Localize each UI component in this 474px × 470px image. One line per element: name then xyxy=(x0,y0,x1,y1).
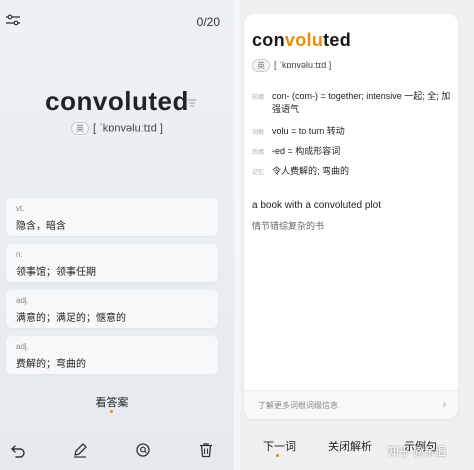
row-label: 前缀 xyxy=(252,95,265,101)
next-word-button[interactable]: 下一词 xyxy=(263,438,296,454)
example-translation: 情节错综复杂的书 xyxy=(252,221,325,231)
phonetic: [ ˈkɒnvəluːtɪd ] xyxy=(93,122,163,135)
accent-tag: 英 xyxy=(252,59,270,72)
search-icon[interactable] xyxy=(135,442,151,458)
chevron-right-icon: › xyxy=(442,399,446,410)
show-answer-button[interactable]: 看答案 xyxy=(0,394,224,410)
next-indicator-dot xyxy=(276,454,279,457)
option-card[interactable]: adj. 费解的；弯曲的 xyxy=(6,336,218,374)
option-definition: 费解的；弯曲的 xyxy=(16,359,86,370)
analysis-word: convoluted xyxy=(252,30,351,51)
row-text: con- (com-) = together; intensive 一起; 全;… xyxy=(272,91,451,114)
phonetic: [ ˈkɒnvəluːtɪd ] xyxy=(274,59,332,70)
option-pos: adj. xyxy=(16,342,29,351)
more-info-link[interactable]: 了解更多词根词缀信息 › xyxy=(244,390,458,419)
more-info-text: 了解更多词根词缀信息 xyxy=(258,401,338,410)
accent-tag: 英 xyxy=(71,122,90,135)
example-sentence: a book with a convoluted plot xyxy=(252,200,381,211)
row-label: 后缀 xyxy=(252,150,265,156)
list-icon[interactable] xyxy=(188,98,196,108)
option-card[interactable]: n. 领事馆；领事任期 xyxy=(6,244,218,282)
option-pos: n. xyxy=(16,250,23,259)
row-text: 令人费解的; 弯曲的 xyxy=(272,166,350,176)
phonetic-row[interactable]: 英[ ˈkɒnvəluːtɪd ] xyxy=(0,122,234,135)
row-label: 记忆 xyxy=(252,170,265,176)
analysis-sheet: convoluted 英 [ ˈkɒnvəluːtɪd ] 前缀 con- (co… xyxy=(244,14,458,419)
word-title: convoluted xyxy=(45,86,189,116)
row-text: volu = to turn 转动 xyxy=(272,126,345,136)
settings-icon[interactable] xyxy=(6,14,20,26)
close-analysis-button[interactable]: 关闭解析 xyxy=(328,438,372,454)
row-text: -ed = 构成形容词 xyxy=(272,146,341,156)
option-definition: 领事馆；领事任期 xyxy=(16,267,96,278)
word-prefix: con xyxy=(252,30,285,50)
back-icon[interactable] xyxy=(10,442,26,458)
row-label: 词根 xyxy=(252,130,265,136)
option-definition: 满意的；满足的；惬意的 xyxy=(16,313,126,324)
study-panel: 0/20 convoluted 英[ ˈkɒnvəluːtɪd ] vt. 隐含… xyxy=(0,0,234,470)
watermark: 知乎 @余温 xyxy=(388,446,447,458)
option-card[interactable]: vt. 隐含，暗含 xyxy=(6,198,218,236)
word-suffix: ted xyxy=(323,30,352,50)
answer-indicator-dot xyxy=(110,410,113,413)
word-root: volu xyxy=(284,30,324,50)
delete-icon[interactable] xyxy=(198,442,214,458)
option-card[interactable]: adj. 满意的；满足的；惬意的 xyxy=(6,290,218,328)
analysis-phonetic-row[interactable]: 英 [ ˈkɒnvəluːtɪd ] xyxy=(252,59,331,72)
edit-icon[interactable] xyxy=(72,442,88,458)
option-definition: 隐含，暗含 xyxy=(16,221,66,232)
progress-counter: 0/20 xyxy=(196,15,220,29)
option-pos: adj. xyxy=(16,296,29,305)
option-pos: vt. xyxy=(16,204,25,213)
